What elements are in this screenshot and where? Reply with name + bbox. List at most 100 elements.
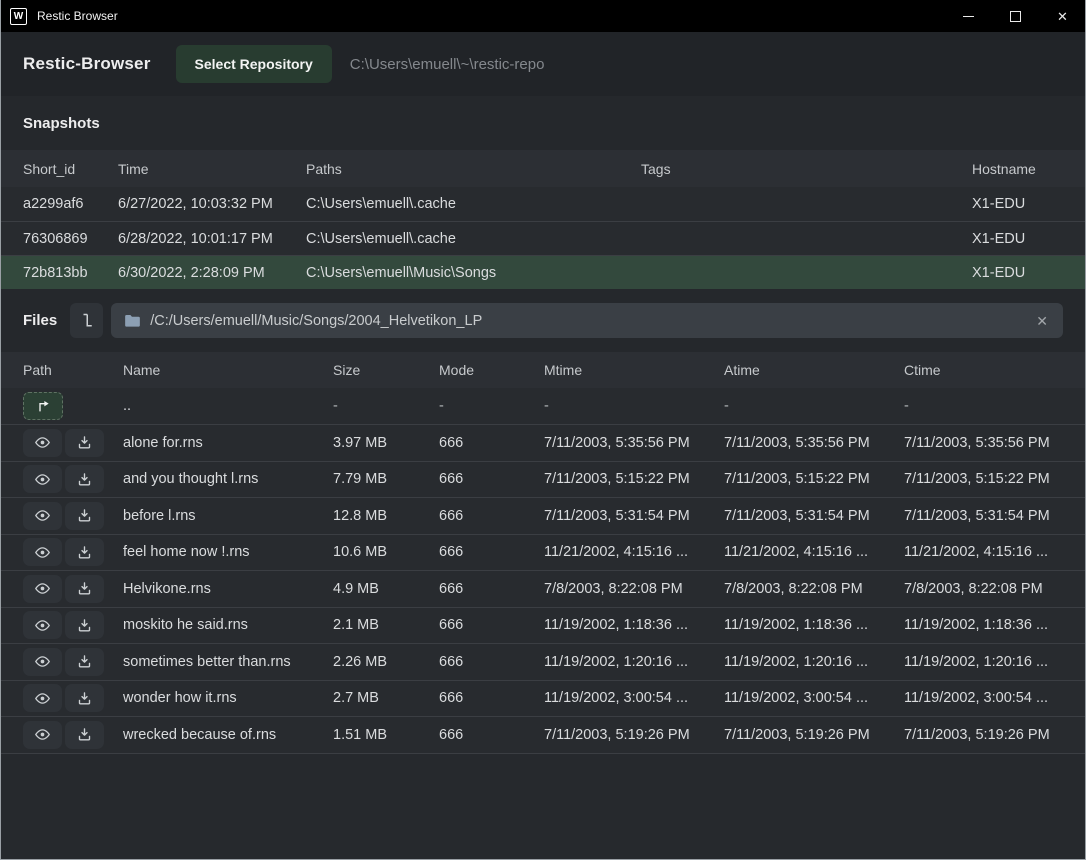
file-name: wrecked because of.rns — [123, 727, 333, 743]
download-icon — [77, 581, 92, 596]
column-header-time: Time — [118, 161, 306, 177]
file-ctime: 11/19/2002, 1:20:16 ... — [904, 654, 1063, 670]
download-file-button[interactable] — [65, 684, 104, 712]
snapshot-short-id: 72b813bb — [23, 265, 118, 281]
file-mtime: 7/8/2003, 8:22:08 PM — [544, 581, 724, 597]
current-path-input[interactable]: /C:/Users/emuell/Music/Songs/2004_Helvet… — [111, 303, 1063, 338]
select-repository-button[interactable]: Select Repository — [176, 45, 332, 83]
file-mode: 666 — [439, 508, 544, 524]
eye-icon — [34, 507, 51, 524]
download-icon — [77, 472, 92, 487]
download-file-button[interactable] — [65, 611, 104, 639]
download-file-button[interactable] — [65, 575, 104, 603]
minimize-button[interactable] — [945, 0, 992, 32]
file-row[interactable]: wrecked because of.rns 1.51 MB 666 7/11/… — [1, 717, 1085, 754]
file-name: and you thought l.rns — [123, 471, 333, 487]
file-row[interactable]: and you thought l.rns 7.79 MB 666 7/11/2… — [1, 462, 1085, 499]
preview-file-button[interactable] — [23, 575, 62, 603]
snapshot-row[interactable]: a2299af6 6/27/2022, 10:03:32 PM C:\Users… — [1, 187, 1085, 221]
preview-file-button[interactable] — [23, 538, 62, 566]
download-file-button[interactable] — [65, 648, 104, 676]
file-size: 10.6 MB — [333, 544, 439, 560]
file-mode: 666 — [439, 581, 544, 597]
file-size: - — [333, 398, 439, 414]
preview-file-button[interactable] — [23, 429, 62, 457]
parent-directory-row[interactable]: .. - - - - - — [1, 388, 1085, 425]
file-name: .. — [123, 398, 333, 414]
file-mode: 666 — [439, 471, 544, 487]
eye-icon — [34, 617, 51, 634]
download-file-button[interactable] — [65, 721, 104, 749]
preview-file-button[interactable] — [23, 684, 62, 712]
preview-file-button[interactable] — [23, 611, 62, 639]
snapshot-short-id: 76306869 — [23, 231, 118, 247]
maximize-icon — [1010, 11, 1021, 22]
column-header-tags: Tags — [641, 161, 972, 177]
file-row[interactable]: feel home now !.rns 10.6 MB 666 11/21/20… — [1, 535, 1085, 572]
snapshot-row[interactable]: 76306869 6/28/2022, 10:01:17 PM C:\Users… — [1, 221, 1085, 255]
file-mtime: 11/21/2002, 4:15:16 ... — [544, 544, 724, 560]
app-title: Restic-Browser — [23, 54, 151, 74]
clear-path-button[interactable]: ✕ — [1034, 314, 1050, 328]
file-atime: 11/19/2002, 3:00:54 ... — [724, 690, 904, 706]
window-title: Restic Browser — [37, 9, 118, 23]
files-section-header: Files /C:/Users/emuell/Music/Songs/2004_… — [1, 289, 1085, 352]
files-table-header: Path Name Size Mode Mtime Atime Ctime — [1, 352, 1085, 388]
file-mtime: 11/19/2002, 3:00:54 ... — [544, 690, 724, 706]
file-size: 7.79 MB — [333, 471, 439, 487]
download-file-button[interactable] — [65, 538, 104, 566]
download-icon — [77, 435, 92, 450]
close-button[interactable]: ✕ — [1039, 0, 1086, 32]
eye-icon — [34, 580, 51, 597]
file-size: 4.9 MB — [333, 581, 439, 597]
column-header-mode: Mode — [439, 362, 544, 378]
file-row[interactable]: sometimes better than.rns 2.26 MB 666 11… — [1, 644, 1085, 681]
file-atime: 7/11/2003, 5:15:22 PM — [724, 471, 904, 487]
file-mode: - — [439, 398, 544, 414]
eye-icon — [34, 690, 51, 707]
preview-file-button[interactable] — [23, 465, 62, 493]
eye-icon — [34, 653, 51, 670]
preview-file-button[interactable] — [23, 502, 62, 530]
snapshots-table-header: Short_id Time Paths Tags Hostname — [1, 150, 1085, 187]
snapshot-row-selected[interactable]: 72b813bb 6/30/2022, 2:28:09 PM C:\Users\… — [1, 255, 1085, 289]
column-header-name: Name — [123, 362, 333, 378]
download-file-button[interactable] — [65, 502, 104, 530]
file-name: feel home now !.rns — [123, 544, 333, 560]
file-atime: 7/11/2003, 5:35:56 PM — [724, 435, 904, 451]
file-row[interactable]: moskito he said.rns 2.1 MB 666 11/19/200… — [1, 608, 1085, 645]
snapshot-hostname: X1-EDU — [972, 196, 1063, 212]
column-header-size: Size — [333, 362, 439, 378]
file-atime: 7/8/2003, 8:22:08 PM — [724, 581, 904, 597]
app-window: W Restic Browser ✕ Restic-Browser Select… — [0, 0, 1086, 860]
file-row[interactable]: before l.rns 12.8 MB 666 7/11/2003, 5:31… — [1, 498, 1085, 535]
file-size: 1.51 MB — [333, 727, 439, 743]
download-icon — [77, 508, 92, 523]
column-header-path: Path — [23, 362, 123, 378]
size-format-toggle-button[interactable] — [70, 303, 103, 338]
file-name: before l.rns — [123, 508, 333, 524]
file-ctime: 7/11/2003, 5:35:56 PM — [904, 435, 1063, 451]
file-ctime: 11/19/2002, 3:00:54 ... — [904, 690, 1063, 706]
snapshot-paths: C:\Users\emuell\Music\Songs — [306, 265, 641, 281]
download-icon — [77, 691, 92, 706]
download-icon — [77, 727, 92, 742]
file-size: 3.97 MB — [333, 435, 439, 451]
file-row[interactable]: wonder how it.rns 2.7 MB 666 11/19/2002,… — [1, 681, 1085, 718]
file-size: 12.8 MB — [333, 508, 439, 524]
wails-logo-icon: W — [10, 8, 27, 25]
file-name: moskito he said.rns — [123, 617, 333, 633]
file-ctime: 11/19/2002, 1:18:36 ... — [904, 617, 1063, 633]
snapshot-hostname: X1-EDU — [972, 231, 1063, 247]
go-up-directory-button[interactable] — [23, 392, 63, 420]
file-ctime: 7/11/2003, 5:31:54 PM — [904, 508, 1063, 524]
preview-file-button[interactable] — [23, 721, 62, 749]
file-name: Helvikone.rns — [123, 581, 333, 597]
download-file-button[interactable] — [65, 429, 104, 457]
preview-file-button[interactable] — [23, 648, 62, 676]
minimize-icon — [963, 16, 974, 17]
download-file-button[interactable] — [65, 465, 104, 493]
file-row[interactable]: Helvikone.rns 4.9 MB 666 7/8/2003, 8:22:… — [1, 571, 1085, 608]
maximize-button[interactable] — [992, 0, 1039, 32]
file-row[interactable]: alone for.rns 3.97 MB 666 7/11/2003, 5:3… — [1, 425, 1085, 462]
